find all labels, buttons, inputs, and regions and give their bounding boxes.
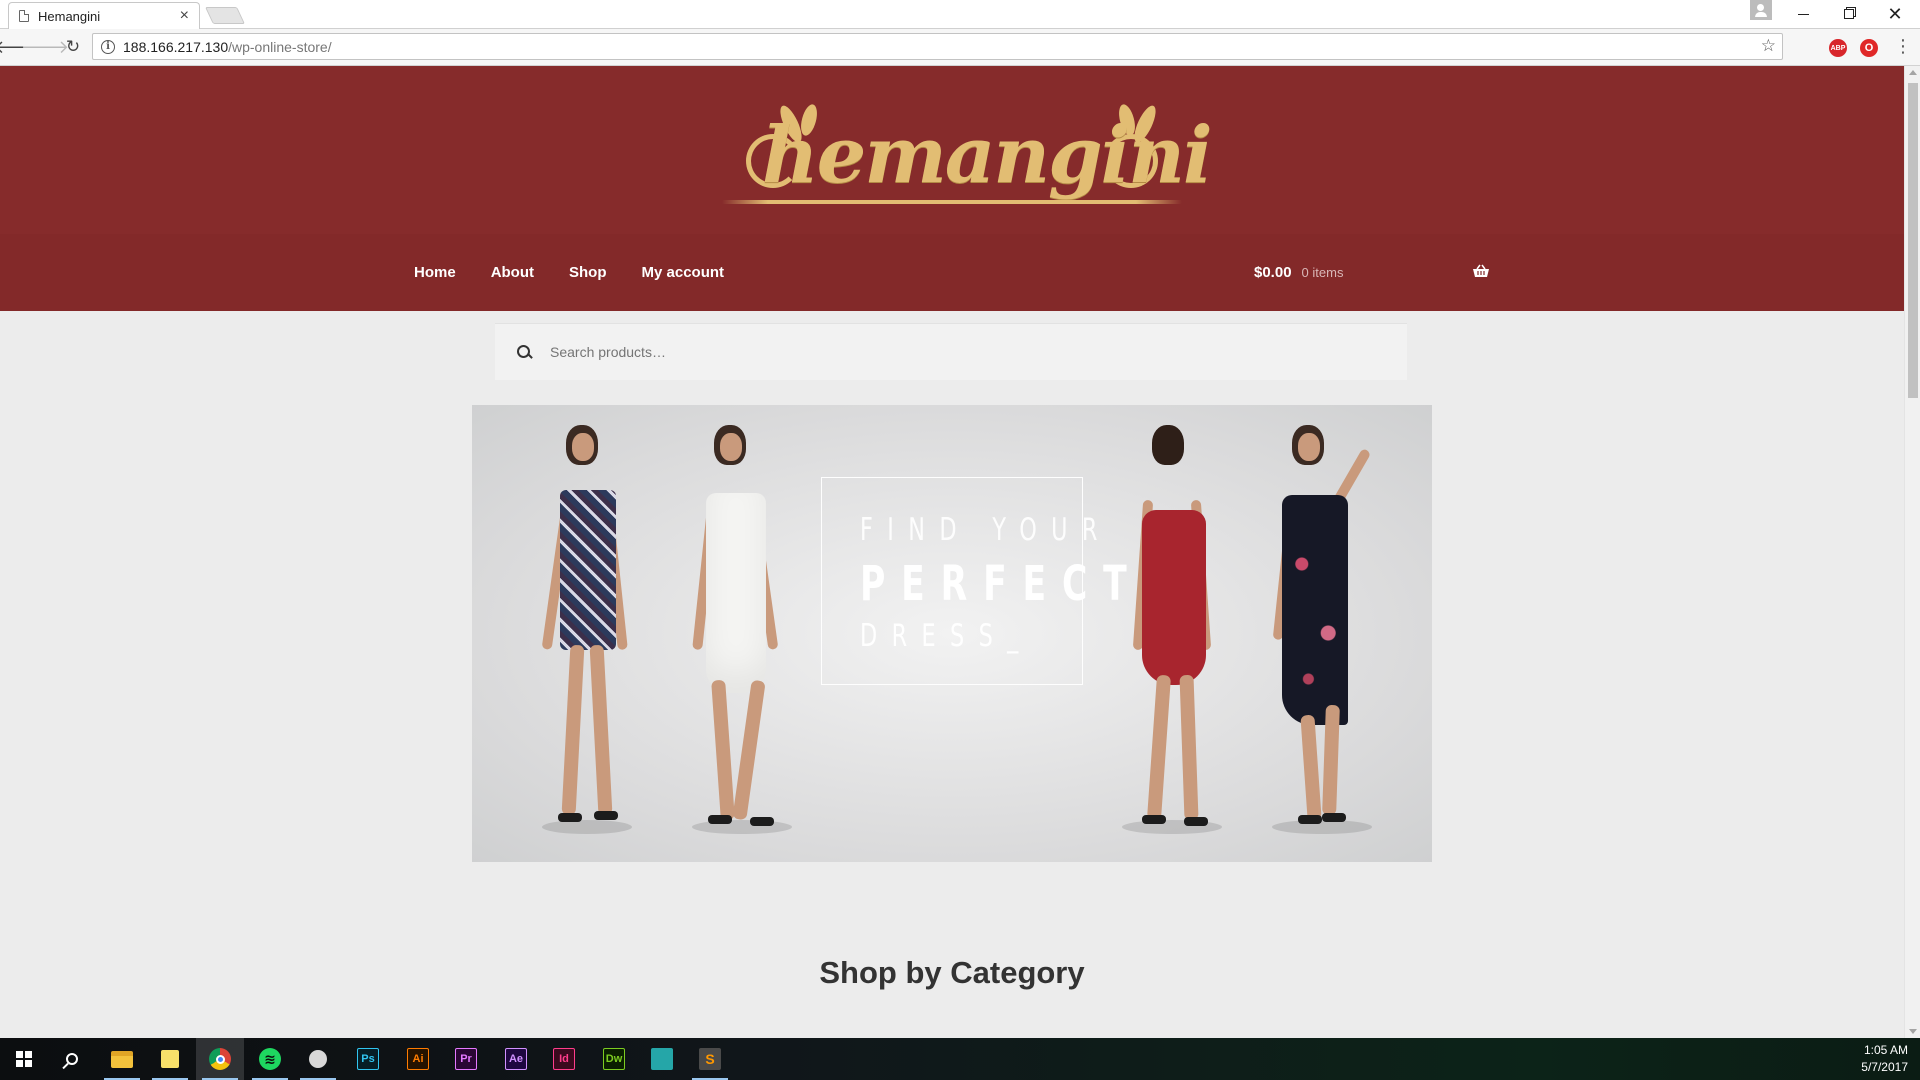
nav-home[interactable]: Home (414, 264, 456, 281)
site-header: hemangini Home About Shop My account $0.… (0, 66, 1904, 311)
scroll-down-icon[interactable] (1909, 1029, 1917, 1034)
nav-my-account[interactable]: My account (642, 264, 725, 281)
photoshop-icon: Ps (357, 1048, 379, 1070)
premiere-icon: Pr (455, 1048, 477, 1070)
hero-line-2: PERFECT (860, 556, 1143, 612)
nav-links: Home About Shop My account (414, 234, 759, 311)
scrollbar-thumb[interactable] (1908, 83, 1918, 398)
page-scrollbar[interactable] (1904, 66, 1920, 1038)
cart-amount: $0.00 (1254, 264, 1292, 281)
taskbar-file-explorer[interactable] (98, 1038, 146, 1080)
browser-toolbar: 🡐 🡒 ↻ i 188.166.217.130 /wp-online-store… (0, 29, 1920, 66)
teal-app-icon (651, 1048, 673, 1070)
chrome-icon (209, 1048, 231, 1070)
nav-shop[interactable]: Shop (569, 264, 607, 281)
logo-wordmark: hemangini (762, 110, 1213, 201)
after-effects-icon: Ae (505, 1048, 527, 1070)
basket-icon (1473, 264, 1489, 277)
hero-line-1: FIND YOUR (860, 512, 1112, 548)
header-cart[interactable]: $0.00 0 items (1254, 234, 1490, 311)
inkscape-icon (309, 1050, 327, 1068)
logo-underline (722, 200, 1182, 204)
forward-button[interactable]: 🡒 (21, 35, 69, 59)
sticky-note-icon (161, 1050, 179, 1068)
dreamweaver-icon: Dw (603, 1048, 625, 1070)
search-input[interactable] (550, 344, 1350, 360)
taskbar-dreamweaver[interactable]: Dw (590, 1038, 638, 1080)
section-title: Shop by Category (819, 955, 1085, 990)
user-profile-icon[interactable] (1750, 0, 1772, 20)
scroll-up-icon[interactable] (1909, 70, 1917, 75)
taskbar-illustrator[interactable]: Ai (394, 1038, 442, 1080)
minimize-icon (1797, 13, 1809, 15)
primary-navigation: Home About Shop My account $0.00 0 items (0, 234, 1904, 311)
clock-date: 5/7/2017 (1861, 1060, 1908, 1074)
url-host: 188.166.217.130 (123, 38, 229, 55)
taskbar-chrome[interactable] (196, 1038, 244, 1080)
spotify-icon: ≋ (259, 1048, 281, 1070)
adblock-plus-icon[interactable]: ABP (1829, 39, 1847, 57)
taskbar-after-effects[interactable]: Ae (492, 1038, 540, 1080)
url-path: /wp-online-store/ (228, 38, 332, 55)
page-viewport: hemangini Home About Shop My account $0.… (0, 66, 1904, 1038)
windows-taskbar: ≋ Ps Ai Pr Ae Id Dw S 1:05 AM 5/7/2017 (0, 1038, 1920, 1080)
browser-tab[interactable]: Hemangini × (8, 2, 200, 29)
reload-button[interactable]: ↻ (61, 35, 85, 59)
illustrator-icon: Ai (407, 1048, 429, 1070)
tab-title: Hemangini (38, 8, 101, 24)
bookmark-star-icon[interactable]: ☆ (1761, 36, 1776, 56)
model-figure (1252, 425, 1372, 855)
taskbar-search-button[interactable] (48, 1038, 96, 1080)
hero-line-3: DRESS_ (860, 618, 1033, 654)
hero-text-frame: FIND YOUR PERFECT DRESS_ (821, 477, 1127, 685)
site-logo[interactable]: hemangini (722, 102, 1213, 214)
taskbar-indesign[interactable]: Id (540, 1038, 588, 1080)
hero-banner[interactable]: FIND YOUR PERFECT DRESS_ (472, 405, 1432, 862)
folder-icon (111, 1050, 133, 1068)
taskbar-photoshop[interactable]: Ps (344, 1038, 392, 1080)
system-clock[interactable]: 1:05 AM 5/7/2017 (1861, 1042, 1908, 1076)
page-icon (19, 10, 29, 22)
taskbar-premiere[interactable]: Pr (442, 1038, 490, 1080)
new-tab-button[interactable] (205, 7, 245, 24)
close-window-button[interactable]: ✕ (1872, 0, 1918, 28)
restore-icon (1844, 9, 1854, 19)
opera-extension-icon[interactable]: O (1860, 39, 1878, 57)
minimize-button[interactable] (1780, 0, 1826, 28)
browser-tab-strip: Hemangini × ✕ (0, 0, 1920, 29)
taskbar-inkscape[interactable] (294, 1038, 342, 1080)
taskbar-app-teal[interactable] (638, 1038, 686, 1080)
model-figure (522, 425, 642, 855)
search-icon (66, 1053, 78, 1065)
indesign-icon: Id (553, 1048, 575, 1070)
chrome-menu-icon[interactable]: ⋮ (1894, 37, 1912, 55)
info-icon[interactable]: i (101, 39, 115, 54)
sublime-text-icon: S (699, 1048, 721, 1070)
start-button[interactable] (0, 1038, 48, 1080)
address-bar[interactable]: i 188.166.217.130 /wp-online-store/ ☆ (92, 33, 1783, 60)
taskbar-spotify[interactable]: ≋ (246, 1038, 294, 1080)
windows-logo-icon (16, 1051, 32, 1067)
cart-item-count: 0 items (1301, 265, 1344, 280)
clock-time: 1:05 AM (1863, 1043, 1908, 1057)
product-search (495, 323, 1407, 380)
restore-button[interactable] (1826, 0, 1872, 28)
search-icon (517, 345, 531, 359)
tab-close-icon[interactable]: × (180, 8, 189, 24)
nav-about[interactable]: About (491, 264, 534, 281)
model-figure (1112, 425, 1232, 855)
taskbar-sticky-notes[interactable] (146, 1038, 194, 1080)
model-figure (672, 425, 792, 855)
taskbar-sublime-text[interactable]: S (686, 1038, 734, 1080)
